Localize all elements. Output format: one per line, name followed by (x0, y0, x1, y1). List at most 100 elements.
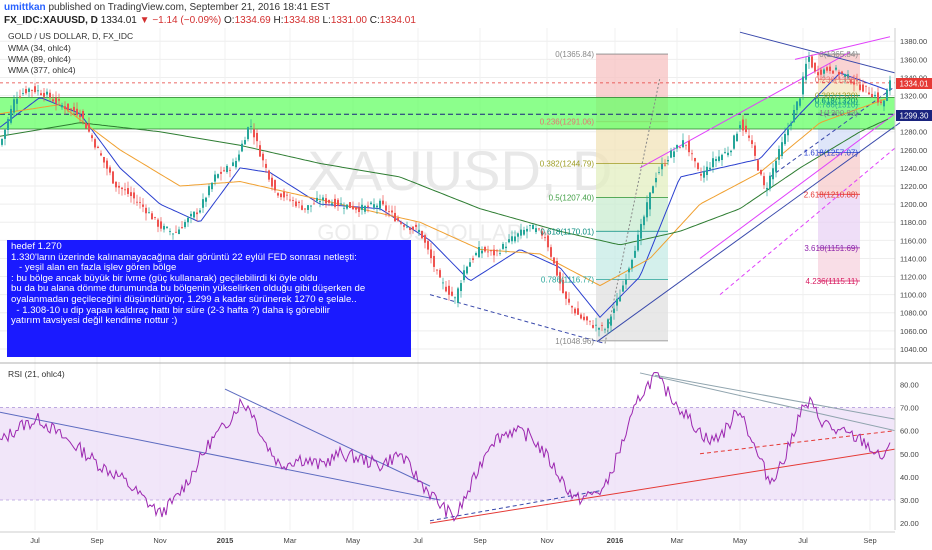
candle-body (457, 288, 459, 303)
candle-body (67, 103, 69, 110)
fib-left-label: 0.786(1116.77) (541, 275, 594, 284)
symbol-label[interactable]: FX_IDC:XAUUSD, D (4, 15, 98, 26)
candle-body (889, 80, 891, 91)
candle-body (1, 138, 3, 145)
rsi-tick-label: 20.00 (900, 519, 919, 528)
candle-body (715, 159, 717, 162)
rsi-tick-label: 50.00 (900, 450, 919, 459)
candle-body (442, 282, 444, 284)
candle-body (100, 153, 102, 156)
candle-body (466, 266, 468, 274)
analysis-note: hedef 1.270 1.330'ların üzerinde kalınam… (7, 240, 411, 357)
candle-body (820, 69, 822, 75)
candle-body (193, 211, 195, 218)
legend-wma377: WMA (377, ohlc4) (8, 65, 76, 75)
candle-body (316, 197, 318, 202)
candle-body (403, 225, 405, 227)
candle-body (469, 262, 471, 267)
candle-body (460, 283, 462, 292)
candle-body (637, 234, 639, 251)
candle-body (40, 93, 42, 96)
candle-body (169, 231, 171, 232)
candle-body (172, 233, 174, 235)
candle-body (721, 154, 723, 161)
candle-body (70, 108, 72, 110)
candle-body (688, 140, 690, 153)
candle-body (76, 108, 78, 116)
candle-body (808, 56, 810, 62)
price-tick-label: 1100.00 (900, 291, 927, 300)
last-price-tag-text: 1334.01 (900, 80, 929, 89)
candle-body (97, 146, 99, 149)
candle-body (61, 105, 63, 108)
candle-body (550, 247, 552, 257)
candle-body (55, 97, 57, 104)
candle-body (154, 217, 156, 218)
fib-left-zone (596, 197, 668, 232)
candle-body (25, 89, 27, 94)
level-price-tag-text: 1299.30 (900, 112, 929, 121)
candle-body (604, 329, 606, 331)
candle-body (238, 154, 240, 161)
candle-body (532, 224, 534, 230)
candle-body (739, 125, 741, 129)
candle-body (547, 235, 549, 248)
candle-body (241, 143, 243, 152)
price-tick-label: 1140.00 (900, 254, 927, 263)
candle-body (565, 291, 567, 299)
legend-wma89: WMA (89, ohlc4) (8, 54, 71, 64)
candle-body (202, 199, 204, 208)
candle-body (628, 268, 630, 273)
candle-body (358, 207, 360, 213)
candle-body (133, 192, 135, 199)
price-tick-label: 1380.00 (900, 37, 927, 46)
candle-body (514, 236, 516, 242)
candle-body (115, 181, 117, 188)
candle-body (508, 239, 510, 243)
candle-body (397, 218, 399, 221)
time-tick-label: Sep (863, 536, 876, 545)
candle-body (352, 205, 354, 210)
candle-body (430, 249, 432, 259)
candle-body (37, 90, 39, 92)
rsi-tick-label: 40.00 (900, 473, 919, 482)
candle-body (586, 316, 588, 321)
candle-body (766, 187, 768, 190)
candle-body (232, 162, 234, 166)
candle-body (304, 208, 306, 210)
candle-body (313, 203, 315, 205)
candle-body (811, 56, 813, 68)
candle-body (157, 219, 159, 227)
candle-body (328, 200, 330, 203)
candle-body (556, 260, 558, 276)
candle-body (259, 145, 261, 157)
candle-body (229, 169, 231, 171)
candle-body (79, 114, 81, 118)
time-tick-label: Mar (284, 536, 297, 545)
rsi-tick-label: 80.00 (900, 380, 919, 389)
candle-body (760, 170, 762, 175)
candle-body (697, 163, 699, 170)
time-tick-label: Nov (153, 536, 167, 545)
candle-body (778, 149, 780, 160)
note-line: hedef 1.270 (11, 241, 62, 252)
candle-body (733, 135, 735, 149)
fib-right-label: 1.618(1257.07) (804, 148, 859, 157)
candle-body (838, 71, 840, 75)
candle-body (505, 246, 507, 249)
publisher-user-link[interactable]: umittkan (4, 2, 46, 13)
candle-body (583, 316, 585, 320)
candle-body (34, 86, 36, 93)
candle-body (262, 153, 264, 161)
open-label: O: (224, 15, 235, 26)
last-price: 1334.01 (100, 15, 137, 26)
candle-body (883, 100, 885, 107)
candle-body (412, 226, 414, 230)
candle-body (484, 246, 486, 252)
price-change: −1.14 (−0.09%) (152, 15, 222, 26)
candle-body (499, 253, 501, 254)
candle-body (472, 258, 474, 260)
candle-body (832, 70, 834, 74)
candle-body (277, 193, 279, 196)
candle-body (409, 227, 411, 231)
